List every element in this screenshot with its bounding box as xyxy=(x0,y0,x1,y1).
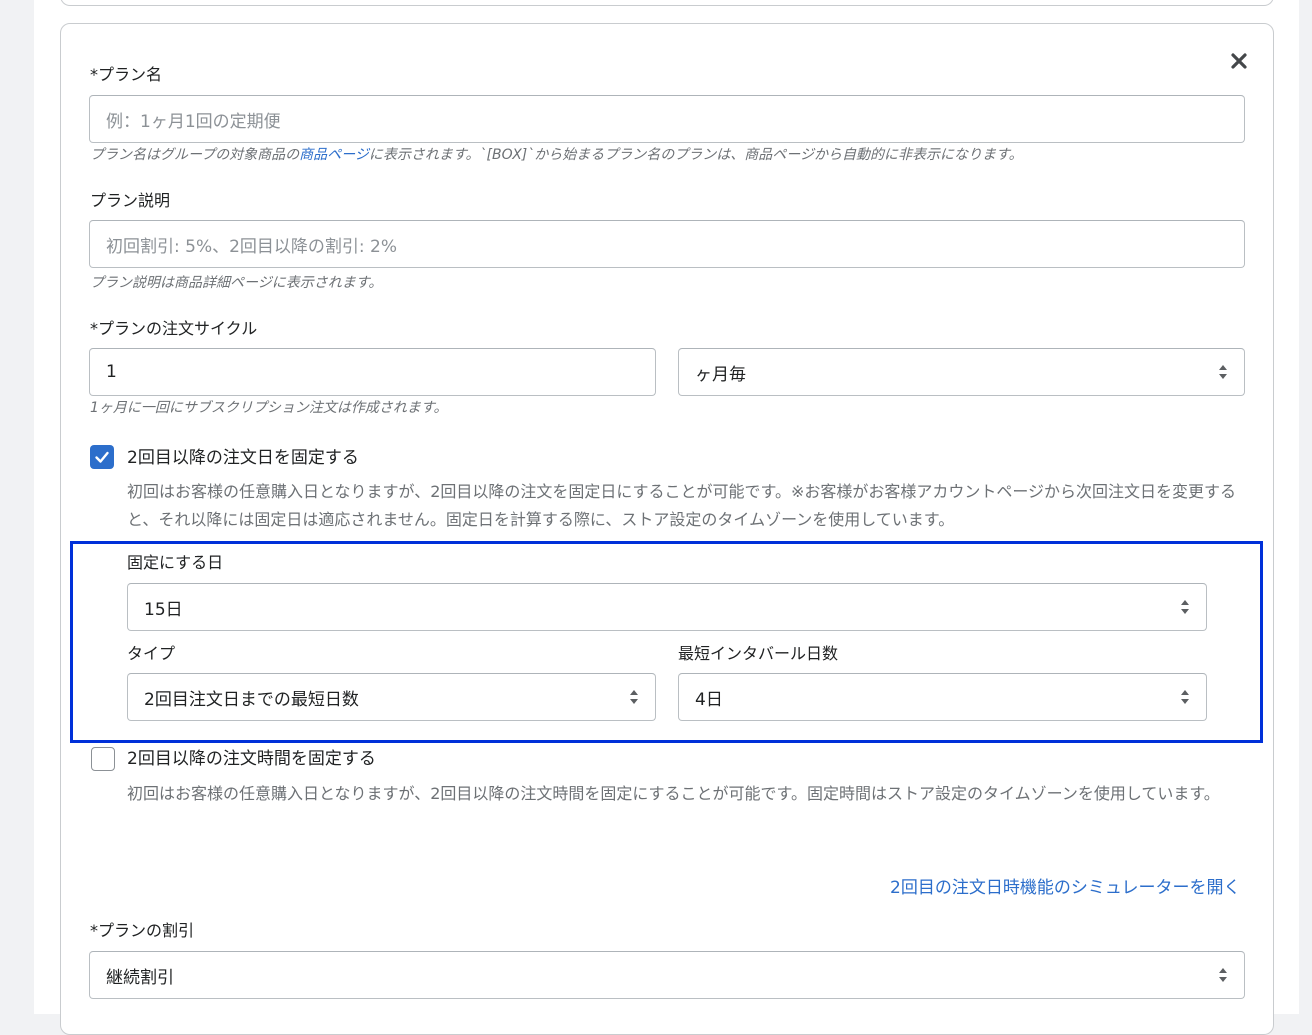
previous-plan-card xyxy=(60,0,1274,6)
fix-order-time-checkbox[interactable] xyxy=(91,747,115,771)
plan-name-help-text: プラン名はグループの対象商品の xyxy=(90,147,300,163)
plan-name-input[interactable]: 例：1ヶ月1回の定期便 xyxy=(89,95,1245,143)
plan-discount-label: *プランの割引 xyxy=(90,921,195,940)
fix-order-date-label: 2回目以降の注文日を固定する xyxy=(127,448,359,468)
plan-description-placeholder: 初回割引: 5%、2回目以降の割引: 2% xyxy=(106,236,398,257)
order-cycle-input[interactable]: 1 xyxy=(89,348,656,396)
plan-name-help: プラン名はグループの対象商品の商品ページに表示されます。`[BOX]`から始まる… xyxy=(90,146,1023,164)
select-arrows-icon xyxy=(629,689,639,705)
check-icon xyxy=(95,451,109,463)
plan-description-label: プラン説明 xyxy=(90,191,171,210)
plan-description-input[interactable]: 初回割引: 5%、2回目以降の割引: 2% xyxy=(89,220,1245,268)
plan-discount-select[interactable]: 継続割引 xyxy=(89,951,1245,999)
type-label: タイプ xyxy=(127,644,176,663)
select-arrows-icon xyxy=(1180,599,1190,615)
order-cycle-value: 1 xyxy=(106,362,117,382)
min-interval-select[interactable]: 4日 xyxy=(678,673,1207,721)
plan-name-placeholder: 例：1ヶ月1回の定期便 xyxy=(106,111,281,132)
order-cycle-label: *プランの注文サイクル xyxy=(90,319,258,338)
select-arrows-icon xyxy=(1218,967,1228,983)
type-value: 2回目注文日までの最短日数 xyxy=(144,689,359,710)
fix-order-time-description: 初回はお客様の任意購入日となりますが、2回目以降の注文時間を固定にすることが可能… xyxy=(127,784,1220,803)
plan-name-help-text-2: に表示されます。`[BOX]`から始まるプラン名のプランは、商品ページから自動的… xyxy=(368,147,1023,163)
fixed-day-value: 15日 xyxy=(144,599,183,620)
product-page-link[interactable]: 商品ページ xyxy=(299,147,369,163)
plan-description-help: プラン説明は商品詳細ページに表示されます。 xyxy=(90,275,383,291)
order-cycle-help: 1ヶ月に一回にサブスクリプション注文は作成されます。 xyxy=(90,400,448,416)
plan-name-label: *プラン名 xyxy=(90,65,163,84)
order-cycle-unit-value: ヶ月毎 xyxy=(695,364,746,385)
type-select[interactable]: 2回目注文日までの最短日数 xyxy=(127,673,656,721)
fix-order-time-label: 2回目以降の注文時間を固定する xyxy=(127,749,376,769)
min-interval-value: 4日 xyxy=(695,689,723,710)
plan-discount-value: 継続割引 xyxy=(106,967,174,988)
select-arrows-icon xyxy=(1218,364,1228,380)
select-arrows-icon xyxy=(1180,689,1190,705)
simulator-link[interactable]: 2回目の注文日時機能のシミュレーターを開く xyxy=(890,873,1240,898)
min-interval-label: 最短インタバール日数 xyxy=(678,644,839,663)
fixed-day-select[interactable]: 15日 xyxy=(127,583,1207,631)
fix-order-date-checkbox[interactable] xyxy=(90,445,114,469)
fix-order-date-description: 初回はお客様の任意購入日となりますが、2回目以降の注文を固定日にすることが可能で… xyxy=(127,482,1237,529)
close-icon[interactable] xyxy=(1228,50,1250,72)
fixed-day-label: 固定にする日 xyxy=(127,553,224,572)
order-cycle-unit-select[interactable]: ヶ月毎 xyxy=(678,348,1245,396)
